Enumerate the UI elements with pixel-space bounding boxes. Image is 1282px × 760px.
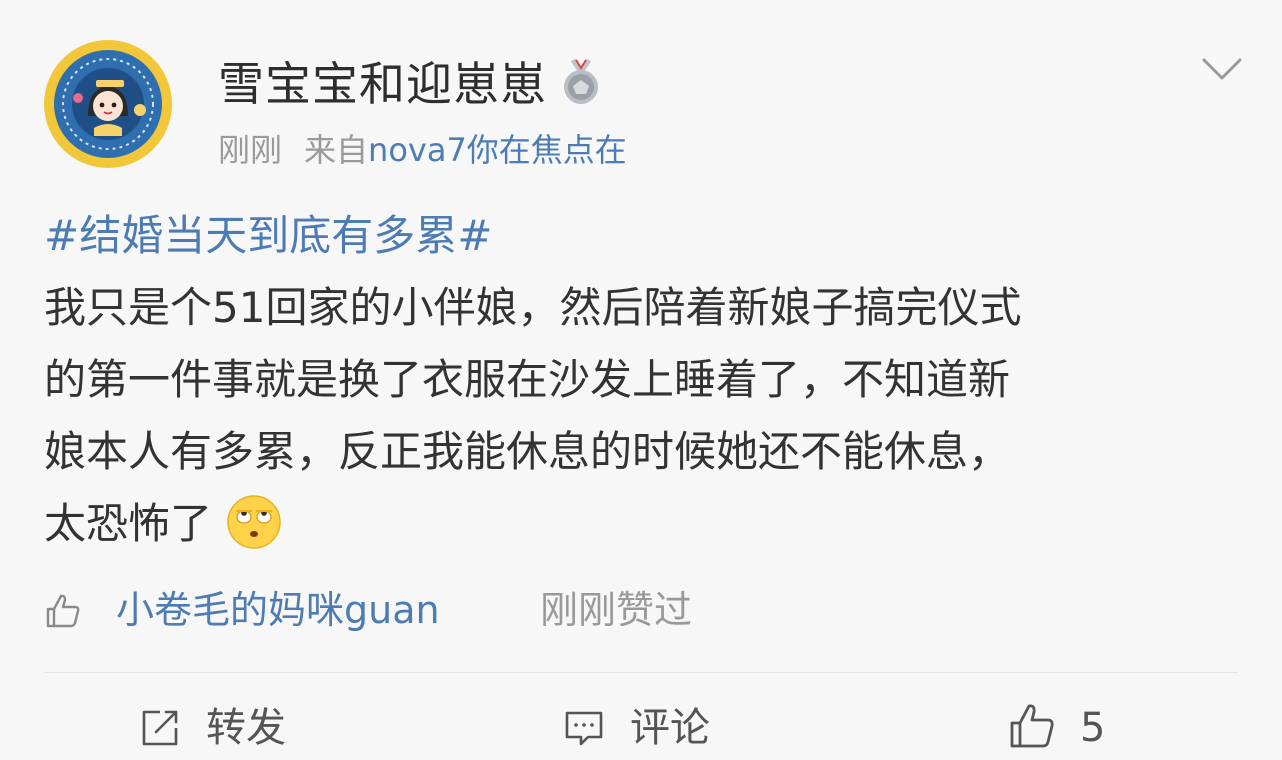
content-line: 我只是个51回家的小伴娘，然后陪着新娘子搞完仪式: [44, 283, 1022, 332]
eye-roll-emoji-icon: [227, 495, 281, 549]
like-count: 5: [1080, 705, 1106, 751]
post-time: 刚刚: [218, 131, 283, 169]
content-line: 的第一件事就是换了衣服在沙发上睡着了，不知道新: [44, 355, 1011, 404]
post-meta: 刚刚 来自nova7你在焦点在: [218, 128, 627, 172]
comment-button[interactable]: 评论: [562, 696, 742, 760]
content-line-last: 太恐怖了: [44, 488, 1244, 560]
comment-icon: [565, 711, 603, 746]
author-name[interactable]: 雪宝宝和迎崽崽: [218, 56, 547, 112]
liker-name-link[interactable]: 小卷毛的妈咪guan: [116, 584, 440, 636]
chevron-down-icon[interactable]: [1200, 52, 1244, 86]
source-prefix: 来自: [304, 131, 369, 169]
content-line: 娘本人有多累，反正我能休息的时候她还不能休息，: [44, 427, 1011, 476]
avatar[interactable]: [44, 40, 172, 168]
repost-button[interactable]: 转发: [138, 696, 318, 760]
hashtag-link[interactable]: #结婚当天到底有多累#: [44, 200, 1244, 272]
like-button[interactable]: 5: [1008, 696, 1128, 760]
weibo-post-card: 雪宝宝和迎崽崽 刚刚 来自nova7你在焦点在 #结婚当天到底有多累# 我只是个5…: [0, 0, 1282, 760]
source-link[interactable]: nova7你在焦点在: [368, 131, 627, 169]
repost-icon: [142, 710, 178, 746]
comment-label: 评论: [630, 705, 710, 751]
thumbs-up-icon: [1010, 704, 1054, 748]
content-line-text: 太恐怖了: [44, 499, 213, 548]
avatar-badge-icon: [45, 41, 171, 167]
post-content: #结婚当天到底有多累# 我只是个51回家的小伴娘，然后陪着新娘子搞完仪式 的第一…: [44, 200, 1244, 560]
medal-icon[interactable]: [560, 58, 602, 106]
liked-text: 刚刚赞过: [540, 588, 693, 632]
divider: [44, 672, 1238, 673]
repost-label: 转发: [206, 705, 286, 751]
thumbs-up-icon: [46, 594, 80, 628]
